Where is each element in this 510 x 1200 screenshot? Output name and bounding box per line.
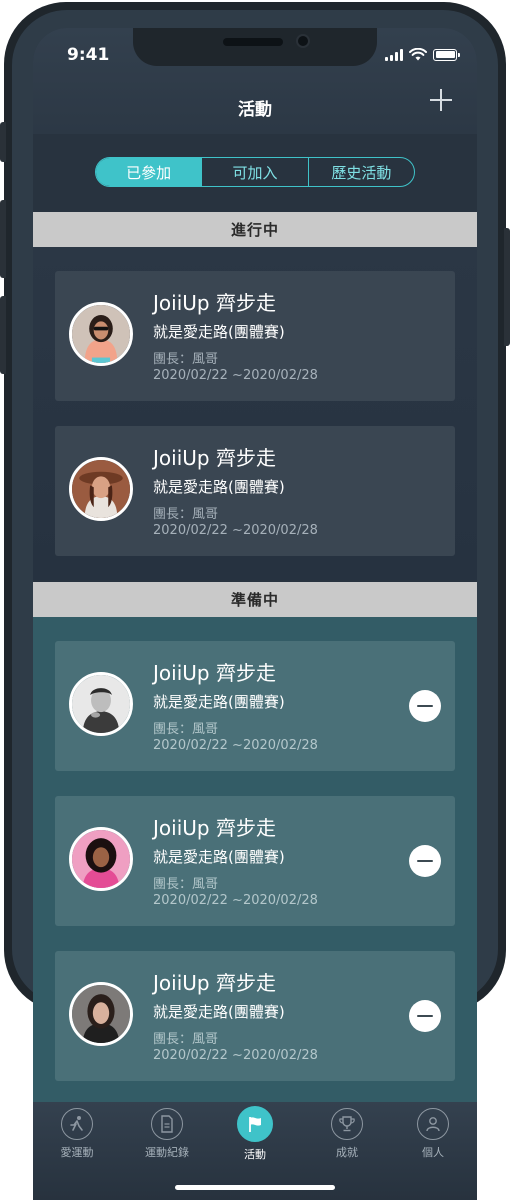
activity-card[interactable]: JoiiUp 齊步走 就是愛走路(團體賽) 團長：風哥 2020/02/22 ~… (55, 271, 455, 401)
battery-icon (433, 48, 460, 61)
mute-switch (0, 122, 6, 162)
tabbar-label: 運動紀錄 (145, 1146, 189, 1159)
ongoing-list: JoiiUp 齊步走 就是愛走路(團體賽) 團長：風哥 2020/02/22 ~… (33, 247, 477, 580)
status-time: 9:41 (67, 45, 110, 65)
card-subtitle: 就是愛走路(團體賽) (153, 1003, 285, 1021)
activity-card[interactable]: JoiiUp 齊步走 就是愛走路(團體賽) 團長：風哥 2020/02/22 ~… (55, 426, 455, 556)
avatar (69, 982, 133, 1046)
activity-card[interactable]: JoiiUp 齊步走 就是愛走路(團體賽) 團長：風哥 2020/02/22 ~… (55, 641, 455, 771)
card-dates: 2020/02/22 ~2020/02/28 (153, 523, 318, 538)
flag-icon (237, 1106, 273, 1142)
screen: 9:41 活動 已參加 可加入 歷史活動 進行中 JoiiUp 齊步走 就是愛走… (33, 28, 477, 1200)
card-dates: 2020/02/22 ~2020/02/28 (153, 738, 318, 753)
tab-joined[interactable]: 已參加 (96, 158, 202, 186)
remove-button[interactable] (409, 690, 441, 722)
tabbar-item-achievement[interactable]: 成就 (307, 1108, 387, 1160)
remove-button[interactable] (409, 1000, 441, 1032)
tabbar-item-sport[interactable]: 愛運動 (37, 1108, 117, 1160)
avatar (69, 672, 133, 736)
tabbar-item-profile[interactable]: 個人 (393, 1108, 473, 1160)
tab-history[interactable]: 歷史活動 (307, 158, 414, 186)
section-header-ongoing: 進行中 (33, 212, 477, 247)
card-subtitle: 就是愛走路(團體賽) (153, 478, 285, 496)
front-camera (296, 34, 310, 48)
tabbar-label: 成就 (336, 1146, 358, 1159)
card-title: JoiiUp 齊步走 (153, 446, 276, 470)
card-dates: 2020/02/22 ~2020/02/28 (153, 893, 318, 908)
card-title: JoiiUp 齊步走 (153, 291, 276, 315)
status-icons (385, 48, 460, 61)
card-dates: 2020/02/22 ~2020/02/28 (153, 368, 318, 383)
avatar (69, 457, 133, 521)
card-dates: 2020/02/22 ~2020/02/28 (153, 1048, 318, 1063)
wifi-icon (409, 48, 427, 61)
avatar (69, 827, 133, 891)
trophy-icon (331, 1108, 363, 1140)
minus-icon (417, 705, 433, 707)
card-title: JoiiUp 齊步走 (153, 971, 276, 995)
add-icon[interactable] (427, 86, 455, 114)
volume-down-button (0, 296, 6, 374)
page-title: 活動 (238, 100, 272, 120)
volume-up-button (0, 200, 6, 278)
activity-tabs: 已參加 可加入 歷史活動 (95, 157, 415, 187)
minus-icon (417, 860, 433, 862)
tabbar-label: 個人 (422, 1146, 444, 1159)
card-leader: 團長：風哥 (153, 877, 219, 892)
speaker (223, 38, 283, 46)
running-icon (61, 1108, 93, 1140)
tabbar-item-records[interactable]: 運動紀錄 (127, 1108, 207, 1160)
notch (133, 28, 377, 66)
document-icon (151, 1108, 183, 1140)
home-indicator (175, 1185, 335, 1190)
tabbar-item-activity[interactable]: 活動 (215, 1106, 295, 1162)
card-leader: 團長：風哥 (153, 1032, 219, 1047)
power-button (504, 228, 510, 346)
activity-card[interactable]: JoiiUp 齊步走 就是愛走路(團體賽) 團長：風哥 2020/02/22 ~… (55, 796, 455, 926)
card-title: JoiiUp 齊步走 (153, 661, 276, 685)
avatar (69, 302, 133, 366)
activity-card[interactable]: JoiiUp 齊步走 就是愛走路(團體賽) 團長：風哥 2020/02/22 ~… (55, 951, 455, 1081)
tabbar-label: 活動 (244, 1148, 266, 1161)
preparing-list: JoiiUp 齊步走 就是愛走路(團體賽) 團長：風哥 2020/02/22 ~… (33, 617, 477, 1102)
card-leader: 團長：風哥 (153, 352, 219, 367)
card-subtitle: 就是愛走路(團體賽) (153, 848, 285, 866)
signal-icon (385, 48, 403, 61)
minus-icon (417, 1015, 433, 1017)
remove-button[interactable] (409, 845, 441, 877)
card-leader: 團長：風哥 (153, 722, 219, 737)
tabbar-label: 愛運動 (60, 1146, 94, 1159)
card-subtitle: 就是愛走路(團體賽) (153, 323, 285, 341)
person-icon (417, 1108, 449, 1140)
card-title: JoiiUp 齊步走 (153, 816, 276, 840)
card-leader: 團長：風哥 (153, 507, 219, 522)
card-subtitle: 就是愛走路(團體賽) (153, 693, 285, 711)
section-header-preparing: 準備中 (33, 582, 477, 617)
tab-joinable[interactable]: 可加入 (201, 158, 307, 186)
